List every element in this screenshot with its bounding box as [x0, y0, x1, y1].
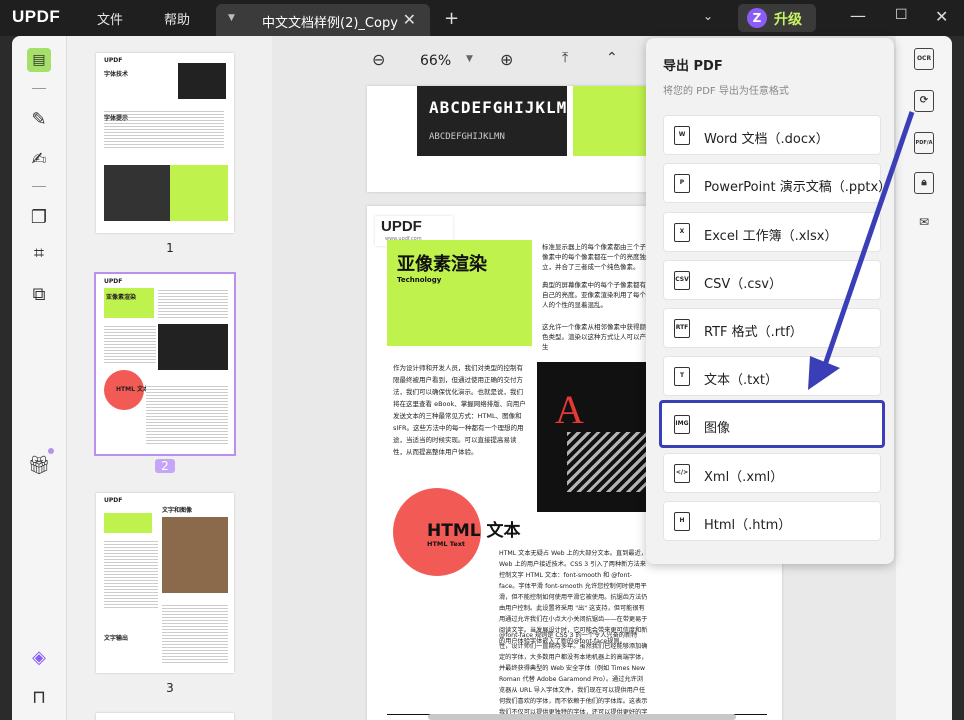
- powerpoint-icon: P: [674, 174, 690, 193]
- zoom-out-icon[interactable]: ⊖: [372, 50, 385, 69]
- protect-icon[interactable]: 🔒︎: [914, 172, 934, 194]
- zoom-in-icon[interactable]: ⊕: [500, 50, 513, 69]
- csv-icon: CSV: [674, 271, 690, 290]
- divider: [32, 186, 46, 187]
- thumbnail-number: 2: [155, 459, 175, 473]
- thumbnail-page-4[interactable]: [96, 713, 234, 720]
- upgrade-button[interactable]: Z 升级: [738, 4, 816, 32]
- new-tab-icon[interactable]: +: [444, 8, 459, 29]
- ocr-icon[interactable]: OCR: [914, 48, 934, 70]
- tab-title: 中文文档样例(2)_Copy: [262, 16, 398, 31]
- export-image-button[interactable]: IMG 图像: [659, 400, 885, 448]
- divider: [32, 88, 46, 89]
- close-window-icon[interactable]: ✕: [935, 7, 948, 26]
- zoom-dropdown-icon[interactable]: ▼: [466, 54, 473, 64]
- excel-icon: X: [674, 223, 690, 242]
- title-bar: UPDF 文件 帮助 ▼ 中文文档样例(2)_Copy ✕ + ⌄ Z 升级 —…: [0, 0, 964, 36]
- xml-icon: </>: [674, 464, 690, 483]
- export-powerpoint-button[interactable]: P PowerPoint 演示文稿（.pptx）: [663, 163, 891, 203]
- menu-help[interactable]: 帮助: [164, 9, 190, 28]
- thumbnail-number: 1: [166, 241, 174, 255]
- close-tab-icon[interactable]: ✕: [403, 10, 416, 29]
- mail-icon[interactable]: ✉: [914, 212, 934, 234]
- word-icon: W: [674, 126, 690, 145]
- crop-icon[interactable]: ⌗: [27, 242, 51, 266]
- minimize-icon[interactable]: —: [850, 6, 866, 25]
- export-subtitle: 将您的 PDF 导出为任意格式: [663, 86, 789, 97]
- gift-icon[interactable]: 🎁︎: [27, 454, 51, 478]
- document-tab[interactable]: ▼ 中文文档样例(2)_Copy ✕: [216, 4, 430, 36]
- left-toolbar: ▤ ✎ ✍ ❐ ⌗ ⧉ 🎁︎ ◈ ⊓: [12, 36, 66, 720]
- thumbnail-page-2[interactable]: UPDF 亚像素渲染 HTML 文本: [94, 272, 236, 456]
- paragraph: @font-face 规则是 CSS 3 的一个令人兴奋的新特性，设计师们一直期…: [499, 632, 648, 716]
- convert-icon[interactable]: ⟳: [914, 90, 934, 112]
- thumb-title: 文字和图像: [162, 507, 193, 514]
- organize-pages-icon[interactable]: ❐: [27, 206, 51, 230]
- zoom-level[interactable]: 66%: [420, 53, 451, 69]
- upgrade-label: 升级: [774, 12, 802, 28]
- image-icon: IMG: [674, 415, 690, 434]
- thumbnail-number: 3: [166, 681, 174, 695]
- text-icon: T: [674, 367, 690, 386]
- export-pdf-panel: 导出 PDF 将您的 PDF 导出为任意格式 W Word 文档（.docx） …: [646, 38, 894, 564]
- paragraph: 典型的屏幕像素中的每个子像素都有自己的亮度。亚像素渲染利用了每个人的个性的显着混…: [542, 281, 646, 309]
- banner-sub: ABCDEFGHIJKLMN: [429, 132, 505, 142]
- layers-icon[interactable]: ◈: [27, 646, 51, 670]
- page-heading: 亚像素渲染: [397, 254, 487, 275]
- maximize-icon[interactable]: ☐: [895, 7, 908, 23]
- page-tools-icon[interactable]: ⧉: [27, 283, 51, 307]
- thumbnail-page-1[interactable]: UPDF 字体技术 字体提示: [96, 53, 234, 233]
- thumbnail-panel: UPDF 字体技术 字体提示 1 UPDF 亚像素渲染 HTML 文本 2 UP…: [66, 36, 272, 720]
- banner-text: ABCDEFGHIJKLMNO: [429, 98, 569, 117]
- highlighter-icon[interactable]: ✎: [27, 108, 51, 132]
- thumb-subtitle: 字体提示: [104, 115, 129, 122]
- rtf-icon: RTF: [674, 319, 690, 338]
- export-html-button[interactable]: H Html（.htm）: [663, 501, 881, 541]
- tab-dropdown-icon[interactable]: ▼: [228, 13, 235, 23]
- menu-file[interactable]: 文件: [97, 9, 123, 28]
- typography-image: A: [537, 362, 653, 512]
- paragraph: 这允许一个像素从相邻像素中获得颜色类型。渲染以这种方式让人可以产生: [542, 323, 646, 351]
- right-toolbar: OCR ⟳ PDF/A 🔒︎ ✉: [896, 36, 952, 720]
- letter-a-icon: A: [555, 387, 584, 432]
- first-page-icon[interactable]: ⤒: [562, 50, 568, 66]
- heading-block: 亚像素渲染 Technology: [387, 240, 532, 346]
- export-xml-button[interactable]: </> Xml（.xml）: [663, 453, 881, 493]
- body-text: 作为设计师和开发人员，我们对类型的控制有限最终被用户看到，但通过使用正确的交付方…: [393, 364, 526, 456]
- reader-icon[interactable]: ▤: [27, 48, 51, 72]
- intro-text: 标准显示器上的每个像素都由三个子像素中的每个像素都在一个的亮度独立，并合了三者成…: [542, 243, 646, 271]
- pdfa-icon[interactable]: PDF/A: [914, 132, 934, 154]
- horizontal-scrollbar[interactable]: [428, 714, 736, 720]
- export-text-button[interactable]: T 文本（.txt）: [663, 356, 881, 396]
- previous-page-icon[interactable]: ⌃: [606, 50, 618, 66]
- notification-dot: [48, 448, 54, 454]
- bookmark-icon[interactable]: ⊓: [27, 686, 51, 710]
- html-icon: H: [674, 512, 690, 531]
- thumbnail-page-3[interactable]: UPDF 文字和图像 文字输出: [96, 493, 234, 673]
- export-title: 导出 PDF: [663, 59, 723, 74]
- thumb-title: 字体技术: [104, 71, 129, 78]
- export-excel-button[interactable]: X Excel 工作簿（.xlsx）: [663, 212, 881, 252]
- thumb-title: 亚像素渲染: [106, 294, 137, 301]
- export-rtf-button[interactable]: RTF RTF 格式（.rtf）: [663, 308, 881, 348]
- avatar: Z: [747, 8, 767, 28]
- circle-title: HTML 文本: [427, 521, 521, 541]
- export-csv-button[interactable]: CSV CSV（.csv）: [663, 260, 881, 300]
- thumb-subtitle: HTML 文本: [116, 386, 149, 393]
- edit-text-icon[interactable]: ✍: [27, 148, 51, 172]
- updf-logo: UPDF: [12, 7, 61, 26]
- export-word-button[interactable]: W Word 文档（.docx）: [663, 115, 881, 155]
- chevron-down-icon[interactable]: ⌄: [703, 9, 713, 23]
- thumb-subtitle: 文字输出: [104, 635, 129, 642]
